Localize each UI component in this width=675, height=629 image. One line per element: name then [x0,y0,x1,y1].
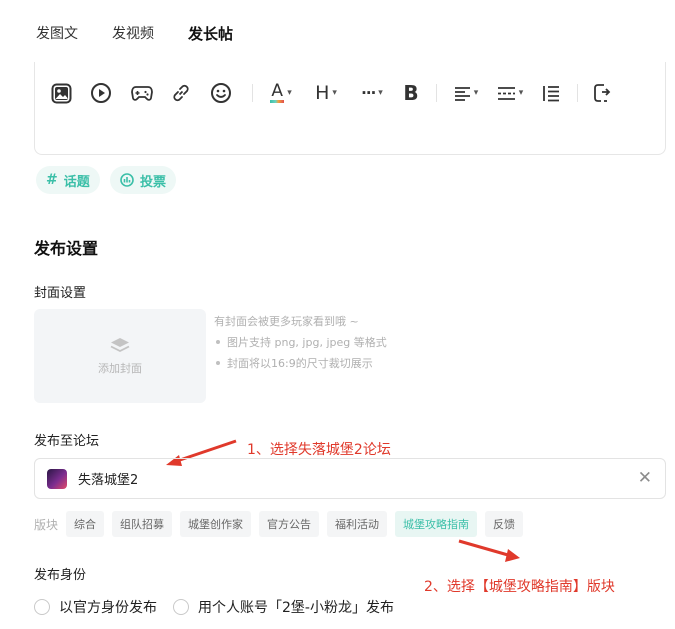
annotation-2: 2、选择【城堡攻略指南】版块 [424,579,615,595]
layers-icon [110,337,130,355]
tab-image-text[interactable]: 发图文 [36,24,78,44]
forum-selected-value: 失落城堡2 [78,473,139,488]
boards-label: 版块 [34,517,59,532]
chevron-down-icon: ▾ [332,88,337,98]
board-chip[interactable]: 组队招募 [112,511,173,537]
add-cover-button[interactable]: 添加封面 [34,309,206,403]
cover-title: 封面设置 [34,286,87,301]
identity-options: 以官方身份发布 用个人账号「2堡-小粉龙」发布 [34,597,394,617]
list-icon[interactable] [540,78,562,108]
font-color-letter: A [271,80,284,101]
toolbar-divider [252,84,253,102]
radio-official[interactable] [34,599,50,615]
board-chip[interactable]: 官方公告 [259,511,320,537]
link-icon[interactable] [170,78,192,108]
chevron-down-icon: ▾ [287,88,292,98]
forum-select[interactable]: 失落城堡2 ✕ [34,458,666,499]
forum-title: 发布至论坛 [34,434,100,449]
divider-icon[interactable]: ▾ [493,78,527,108]
image-icon[interactable] [48,78,74,108]
vote-icon [120,173,134,187]
toolbar-divider [436,84,437,102]
align-icon[interactable]: ▾ [450,78,482,108]
cover-hint: 封面将以16:9的尺寸裁切展示 [227,357,373,370]
bold-letter: B [403,81,419,105]
board-chip[interactable]: 综合 [66,511,105,537]
annotation-arrow-2 [458,539,520,562]
annotation-1: 1、选择失落城堡2论坛 [247,442,391,458]
chevron-down-icon: ▾ [378,88,383,98]
cover-hint-item: 图片支持 png, jpg, jpeg 等格式 [214,332,387,353]
radio-personal-label[interactable]: 用个人账号「2堡-小粉龙」发布 [198,597,394,617]
editor-toolbar: A ▾ H ▾ ··· ▾ B ▾ ▾ [48,78,614,108]
tab-video[interactable]: 发视频 [112,24,154,44]
cover-hints: 有封面会被更多玩家看到哦 ~ 图片支持 png, jpg, jpeg 等格式 封… [214,311,387,374]
add-cover-label: 添加封面 [98,361,142,375]
topic-chip[interactable]: # 话题 [36,166,100,194]
board-chip-selected[interactable]: 城堡攻略指南 [395,511,478,537]
hash-icon: # [46,172,58,188]
board-chip[interactable]: 城堡创作家 [180,511,252,537]
chevron-down-icon: ▾ [518,88,524,98]
chevron-down-icon: ▾ [473,88,479,98]
board-list: 版块 综合 组队招募 城堡创作家 官方公告 福利活动 城堡攻略指南 反馈 [34,511,531,537]
gamepad-icon[interactable] [130,78,154,108]
identity-title: 发布身份 [34,568,87,583]
redo-icon[interactable] [592,78,614,108]
editor-area[interactable] [34,62,666,155]
cover-hint-item: 封面将以16:9的尺寸裁切展示 [214,353,387,374]
font-color-icon[interactable]: A ▾ [266,78,296,108]
radio-personal[interactable] [173,599,189,615]
post-type-tabs: 发图文 发视频 发长帖 [36,24,267,44]
vote-chip[interactable]: 投票 [110,166,177,194]
more-icon[interactable]: ··· ▾ [355,78,389,108]
tab-long-post[interactable]: 发长帖 [185,24,236,44]
topic-label: 话题 [63,174,90,190]
heading-letter: H [315,82,330,104]
cover-hint: 有封面会被更多玩家看到哦 ~ [214,315,359,328]
board-chip[interactable]: 反馈 [485,511,524,537]
more-glyph: ··· [361,84,376,102]
font-color-swatch [270,99,285,103]
board-chip[interactable]: 福利活动 [327,511,388,537]
settings-title: 发布设置 [34,239,99,258]
close-icon[interactable]: ✕ [638,468,652,488]
emoji-icon[interactable] [209,78,233,108]
game-logo-icon [47,468,67,489]
bold-icon[interactable]: B [399,78,423,108]
radio-official-label[interactable]: 以官方身份发布 [59,597,157,617]
toolbar-divider [577,84,578,102]
cover-hint: 图片支持 png, jpg, jpeg 等格式 [227,336,387,349]
vote-label: 投票 [140,174,167,190]
video-icon[interactable] [89,78,113,108]
heading-icon[interactable]: H ▾ [311,78,341,108]
